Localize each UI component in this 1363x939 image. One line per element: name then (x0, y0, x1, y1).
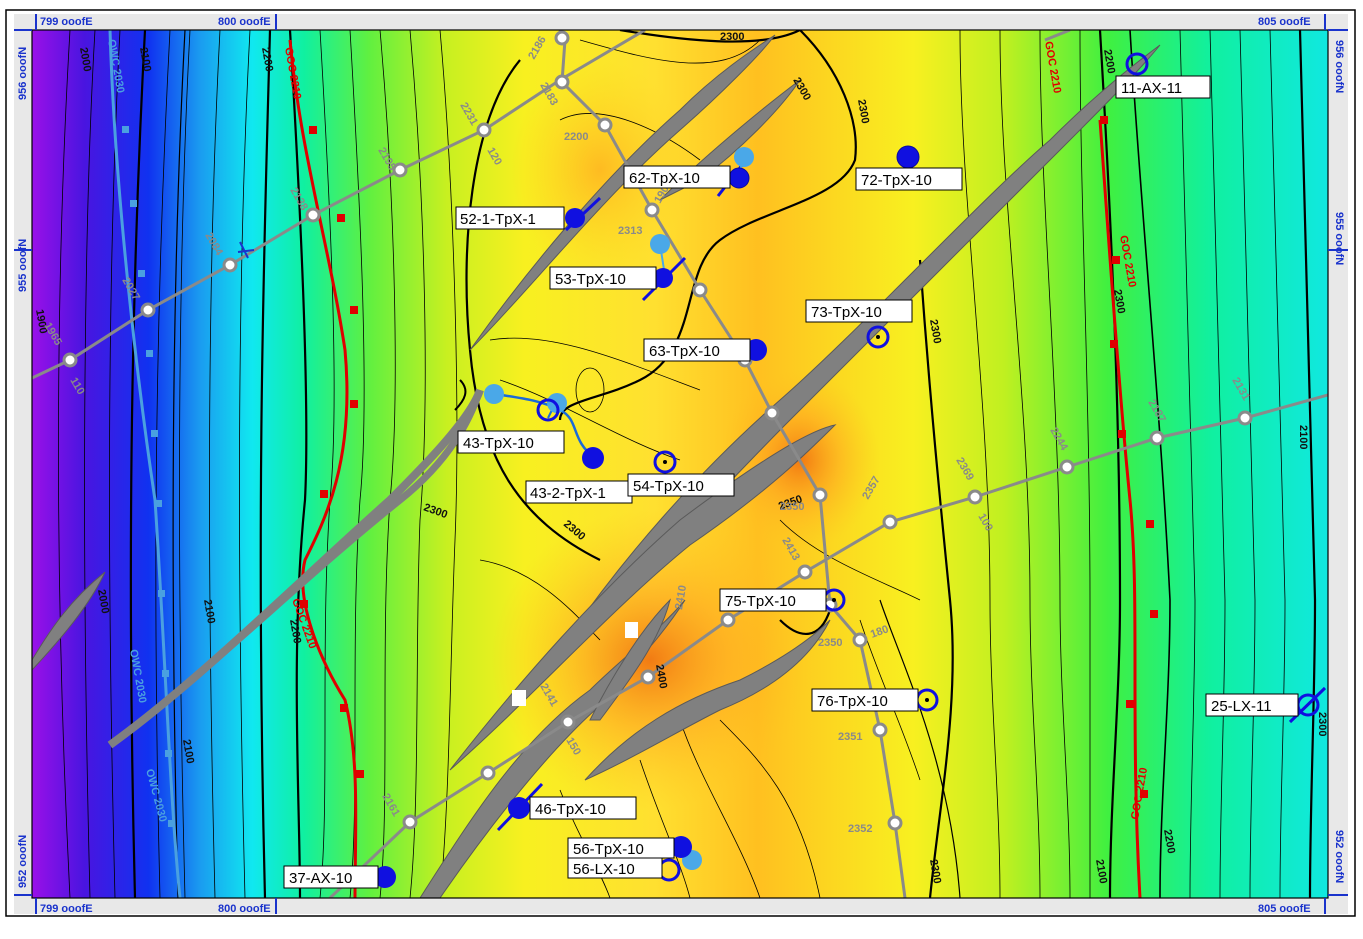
well-symbol-43-2-TpX-1[interactable] (582, 447, 604, 469)
svg-text:52-1-TpX-1: 52-1-TpX-1 (460, 211, 536, 228)
well-dot (876, 335, 880, 339)
well-label-75-TpX-10[interactable]: 75-TpX-10 (719, 588, 827, 612)
svg-text:75-TpX-10: 75-TpX-10 (725, 593, 796, 610)
well-label-52-1-TpX-1[interactable]: 52-1-TpX-1 (455, 206, 565, 230)
seismic-label: 2200 (564, 131, 588, 143)
well-label-46-TpX-10[interactable]: 46-TpX-10 (529, 796, 637, 820)
grid-label-y-top-right: 956 ooofN (1333, 40, 1345, 93)
well-label-25-LX-11[interactable]: 25-LX-11 (1205, 693, 1299, 717)
well-bottom-hole[interactable] (484, 384, 504, 404)
well-symbol-72-TpX-10[interactable] (896, 145, 920, 169)
svg-text:72-TpX-10: 72-TpX-10 (861, 172, 932, 189)
svg-text:43-2-TpX-1: 43-2-TpX-1 (530, 485, 606, 502)
svg-text:25-LX-11: 25-LX-11 (1211, 698, 1272, 715)
well-label-43-TpX-10[interactable]: 43-TpX-10 (457, 430, 565, 454)
no-data-patch (625, 622, 638, 638)
well-label-63-TpX-10[interactable]: 63-TpX-10 (643, 338, 751, 362)
well-label-56-LX-10[interactable]: 56-LX-10 (567, 857, 663, 879)
well-dot (663, 460, 667, 464)
svg-text:56-TpX-10: 56-TpX-10 (573, 841, 644, 858)
seismic-label: 2350 (780, 501, 804, 513)
well-label-53-TpX-10[interactable]: 53-TpX-10 (549, 266, 657, 290)
seismic-label: 2313 (618, 225, 642, 237)
no-data-patch (512, 690, 526, 706)
grid-label-x-left-bottom: 799 ooofE (40, 903, 93, 915)
contour-label: 2300 (1316, 712, 1328, 736)
svg-text:63-TpX-10: 63-TpX-10 (649, 343, 720, 360)
well-dot (925, 698, 929, 702)
grid-label-x-mid-top: 800 ooofE (218, 16, 271, 28)
well-symbol-62-TpX-10[interactable] (728, 167, 750, 189)
svg-text:37-AX-10: 37-AX-10 (289, 870, 352, 887)
well-bottom-hole[interactable] (734, 147, 754, 167)
svg-text:73-TpX-10: 73-TpX-10 (811, 304, 882, 321)
map-canvas: 799 ooofE 800 ooofE 805 ooofE 799 ooofE … (5, 9, 1356, 917)
well-label-62-TpX-10[interactable]: 62-TpX-10 (623, 165, 731, 189)
well-label-72-TpX-10[interactable]: 72-TpX-10 (855, 167, 963, 191)
svg-text:76-TpX-10: 76-TpX-10 (817, 693, 888, 710)
svg-text:11-AX-11: 11-AX-11 (1121, 80, 1182, 97)
seismic-label: 2351 (838, 731, 862, 743)
seismic-label: 2350 (818, 637, 842, 649)
well-label-76-TpX-10[interactable]: 76-TpX-10 (811, 688, 919, 712)
well-symbol-52-1-TpX-1[interactable] (565, 208, 585, 228)
well-label-54-TpX-10[interactable]: 54-TpX-10 (627, 473, 735, 497)
grid-label-y-mid-left: 955 ooofN (17, 239, 29, 292)
well-symbol-46-TpX-10[interactable] (508, 797, 530, 819)
grid-label-x-mid-bottom: 800 ooofE (218, 903, 271, 915)
svg-text:56-LX-10: 56-LX-10 (573, 861, 635, 878)
well-label-43-2-TpX-1[interactable]: 43-2-TpX-1 (525, 480, 633, 504)
well-dot (832, 598, 836, 602)
contour-label: 2300 (720, 31, 744, 43)
grid-label-y-bottom-left: 952 ooofN (17, 835, 29, 888)
well-label-73-TpX-10[interactable]: 73-TpX-10 (805, 299, 913, 323)
grid-label-y-mid-right: 955 ooofN (1333, 212, 1345, 265)
svg-text:43-TpX-10: 43-TpX-10 (463, 435, 534, 452)
structure-map: 799 ooofE 800 ooofE 805 ooofE 799 ooofE … (0, 0, 1363, 934)
svg-text:62-TpX-10: 62-TpX-10 (629, 170, 700, 187)
svg-text:54-TpX-10: 54-TpX-10 (633, 478, 704, 495)
grid-label-y-bottom-right: 952 ooofN (1333, 830, 1345, 883)
well-label-11-AX-11[interactable]: 11-AX-11 (1115, 75, 1211, 99)
grid-label-y-top-left: 956 ooofN (17, 47, 29, 100)
svg-text:46-TpX-10: 46-TpX-10 (535, 801, 606, 818)
grid-label-x-right-bottom: 805 ooofE (1258, 903, 1311, 915)
seismic-label: 2352 (848, 823, 872, 835)
well-label-56-TpX-10[interactable]: 56-TpX-10 (567, 837, 675, 859)
svg-text:53-TpX-10: 53-TpX-10 (555, 271, 626, 288)
well-label-37-AX-10[interactable]: 37-AX-10 (283, 865, 379, 889)
contour-label: 2100 (1297, 425, 1309, 449)
grid-label-x-left-top: 799 ooofE (40, 16, 93, 28)
well-bottom-hole[interactable] (650, 234, 670, 254)
grid-label-x-right-top: 805 ooofE (1258, 16, 1311, 28)
